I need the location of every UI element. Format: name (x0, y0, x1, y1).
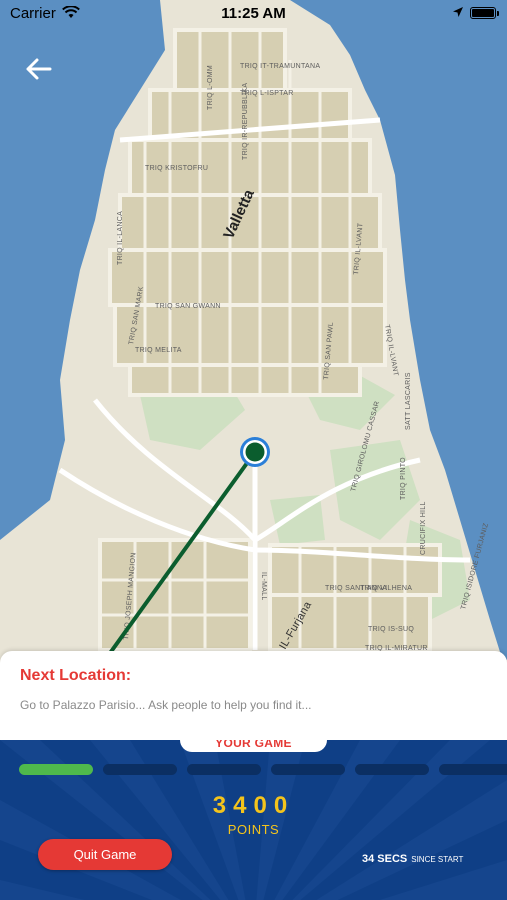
street-label: TRIQ VILHENA (360, 585, 412, 592)
street-label: TRIQ IL-LANCA (117, 211, 124, 265)
next-location-text: Go to Palazzo Parisio... Ask people to h… (20, 698, 312, 712)
street-label: TRIQ KRISTOFRU (145, 165, 208, 172)
your-game-tab[interactable]: YOUR GAME (180, 740, 327, 752)
progress-segment (187, 764, 261, 775)
street-label: IL-MALL (260, 572, 267, 601)
game-panel: YOUR GAME 3400 POINTS Quit Game 34 SECS S… (0, 740, 507, 900)
street-label: TRIQ SAN GWANN (155, 303, 221, 310)
progress-segment (355, 764, 429, 775)
street-label: TRIQ L-OMM (207, 65, 214, 110)
street-label: TRIQ MELITA (135, 347, 182, 354)
your-game-tab-label: YOUR GAME (215, 740, 292, 750)
progress-segment (271, 764, 345, 775)
progress-segment (19, 764, 93, 775)
street-label: TRIQ IS-SUQ (368, 626, 414, 633)
elapsed-label: SINCE START (411, 855, 464, 864)
location-marker[interactable] (240, 437, 270, 467)
score-value: 3400 (212, 792, 295, 819)
elapsed-value: 34 SECS (362, 853, 408, 865)
elapsed-time: 34 SECS SINCE START (362, 849, 463, 867)
clock-label: 11:25 AM (221, 5, 286, 22)
next-location-card: Next Location: Go to Palazzo Parisio... … (0, 651, 507, 749)
street-label: SATT LASCARIS (405, 372, 412, 430)
progress-segment (439, 764, 507, 775)
street-label: TRIQ PINTO (400, 457, 407, 500)
status-bar: Carrier 11:25 AM (0, 0, 507, 28)
street-label: TRIQ IT-TRAMUNTANA (240, 63, 320, 70)
street-label: CRUCIFIX HILL (420, 501, 427, 555)
next-location-title: Next Location: (20, 667, 132, 684)
progress-segment (103, 764, 177, 775)
quit-game-button[interactable]: Quit Game (38, 839, 172, 870)
battery-icon (470, 7, 499, 19)
back-arrow-icon[interactable] (22, 52, 56, 86)
score-label: POINTS (227, 822, 280, 837)
street-label: TRIQ IR-REPUBBLIKA (242, 83, 249, 160)
location-arrow-icon (453, 7, 463, 17)
